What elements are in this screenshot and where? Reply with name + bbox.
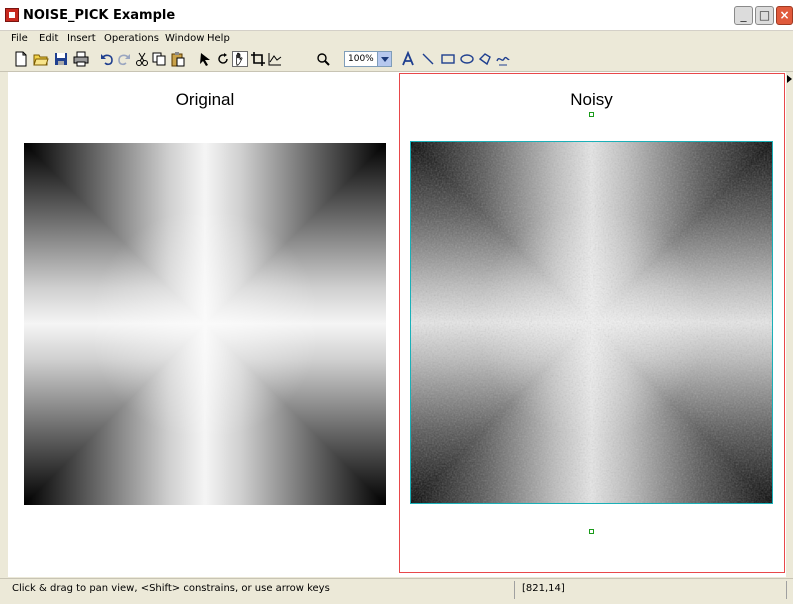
original-title: Original (175, 90, 235, 109)
window-title: NOISE_PICK Example (23, 8, 176, 23)
title-bar: NOISE_PICK Example _ □ × (0, 0, 793, 31)
selection-handle-bottom[interactable] (589, 529, 594, 534)
toolbar: 100% (0, 47, 793, 72)
cursor-coordinates: [821,14] (522, 583, 565, 594)
status-bar: Click & drag to pan view, <Shift> constr… (0, 578, 793, 604)
data-cursor-icon[interactable] (267, 51, 283, 67)
zoom-value: 100% (348, 54, 374, 64)
status-message: Click & drag to pan view, <Shift> constr… (12, 583, 330, 594)
cut-icon[interactable] (134, 51, 150, 67)
original-image[interactable] (24, 143, 386, 505)
menu-edit[interactable]: Edit (39, 33, 58, 44)
open-folder-icon[interactable] (33, 51, 49, 67)
maximize-button[interactable]: □ (755, 6, 774, 25)
menu-operations[interactable]: Operations (104, 33, 159, 44)
polygon-icon[interactable] (477, 51, 493, 67)
menu-bar: File Edit Insert Operations Window Help (0, 31, 793, 47)
expand-arrow-icon[interactable] (787, 75, 792, 83)
menu-window[interactable]: Window (165, 33, 204, 44)
menu-insert[interactable]: Insert (67, 33, 96, 44)
zoom-icon[interactable] (315, 51, 331, 67)
selection-handle-top[interactable] (589, 112, 594, 117)
close-button[interactable]: × (776, 6, 793, 25)
save-icon[interactable] (53, 51, 69, 67)
ellipse-icon[interactable] (459, 51, 475, 67)
noise-texture (411, 142, 772, 503)
status-divider (514, 581, 515, 599)
new-file-icon[interactable] (13, 51, 29, 67)
rectangle-icon[interactable] (440, 51, 456, 67)
undo-icon[interactable] (99, 51, 115, 67)
text-icon[interactable] (400, 51, 416, 67)
paste-icon[interactable] (170, 51, 186, 67)
line-icon[interactable] (420, 51, 436, 67)
chevron-down-icon[interactable] (377, 52, 391, 66)
select-arrow-icon[interactable] (197, 51, 213, 67)
redo-icon[interactable] (116, 51, 132, 67)
freehand-icon[interactable] (495, 51, 511, 67)
print-icon[interactable] (73, 51, 89, 67)
zoom-select[interactable]: 100% (344, 51, 392, 67)
app-icon (5, 8, 19, 22)
noisy-image[interactable] (410, 141, 773, 504)
crop-icon[interactable] (250, 51, 266, 67)
status-divider-end (786, 581, 787, 599)
copy-icon[interactable] (151, 51, 167, 67)
rotate-icon[interactable] (215, 51, 231, 67)
minimize-button[interactable]: _ (734, 6, 753, 25)
noisy-title: Noisy (570, 90, 613, 109)
menu-file[interactable]: File (11, 33, 28, 44)
pan-hand-icon[interactable] (232, 51, 248, 67)
menu-help[interactable]: Help (207, 33, 230, 44)
